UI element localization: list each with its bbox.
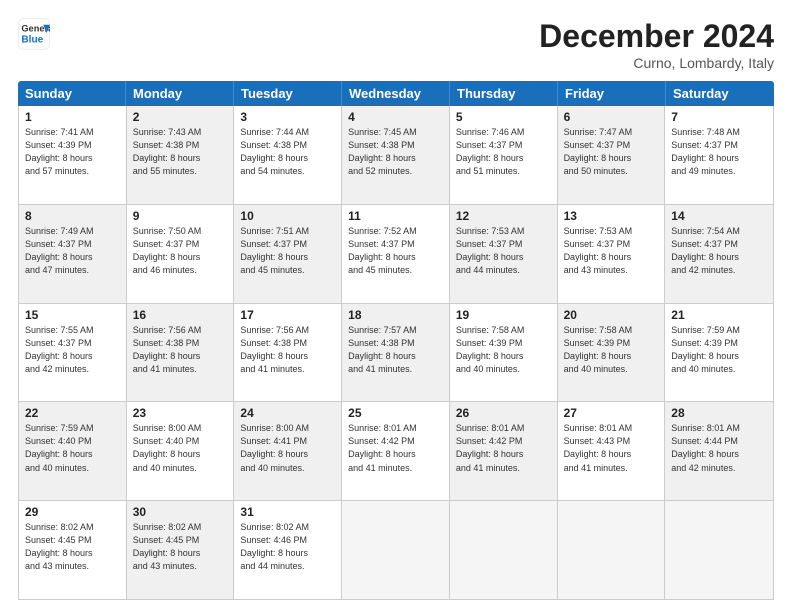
table-row	[665, 501, 773, 599]
table-row: 5Sunrise: 7:46 AMSunset: 4:37 PMDaylight…	[450, 106, 558, 204]
table-row: 3Sunrise: 7:44 AMSunset: 4:38 PMDaylight…	[234, 106, 342, 204]
table-row: 6Sunrise: 7:47 AMSunset: 4:37 PMDaylight…	[558, 106, 666, 204]
table-row: 19Sunrise: 7:58 AMSunset: 4:39 PMDayligh…	[450, 304, 558, 402]
header-sunday: Sunday	[18, 81, 126, 106]
header-thursday: Thursday	[450, 81, 558, 106]
calendar-week-4: 22Sunrise: 7:59 AMSunset: 4:40 PMDayligh…	[19, 402, 773, 501]
table-row: 11Sunrise: 7:52 AMSunset: 4:37 PMDayligh…	[342, 205, 450, 303]
table-row: 9Sunrise: 7:50 AMSunset: 4:37 PMDaylight…	[127, 205, 235, 303]
table-row	[558, 501, 666, 599]
table-row: 10Sunrise: 7:51 AMSunset: 4:37 PMDayligh…	[234, 205, 342, 303]
title-block: December 2024 Curno, Lombardy, Italy	[539, 18, 774, 71]
calendar: Sunday Monday Tuesday Wednesday Thursday…	[18, 81, 774, 600]
table-row: 20Sunrise: 7:58 AMSunset: 4:39 PMDayligh…	[558, 304, 666, 402]
header: General Blue December 2024 Curno, Lombar…	[18, 18, 774, 71]
table-row: 23Sunrise: 8:00 AMSunset: 4:40 PMDayligh…	[127, 402, 235, 500]
table-row: 25Sunrise: 8:01 AMSunset: 4:42 PMDayligh…	[342, 402, 450, 500]
table-row	[450, 501, 558, 599]
calendar-body: 1Sunrise: 7:41 AMSunset: 4:39 PMDaylight…	[18, 106, 774, 600]
svg-text:Blue: Blue	[21, 34, 43, 45]
month-title: December 2024	[539, 18, 774, 55]
table-row: 27Sunrise: 8:01 AMSunset: 4:43 PMDayligh…	[558, 402, 666, 500]
header-monday: Monday	[126, 81, 234, 106]
table-row: 14Sunrise: 7:54 AMSunset: 4:37 PMDayligh…	[665, 205, 773, 303]
table-row: 17Sunrise: 7:56 AMSunset: 4:38 PMDayligh…	[234, 304, 342, 402]
calendar-week-1: 1Sunrise: 7:41 AMSunset: 4:39 PMDaylight…	[19, 106, 773, 205]
table-row: 4Sunrise: 7:45 AMSunset: 4:38 PMDaylight…	[342, 106, 450, 204]
logo: General Blue	[18, 18, 50, 50]
table-row: 21Sunrise: 7:59 AMSunset: 4:39 PMDayligh…	[665, 304, 773, 402]
logo-icon: General Blue	[18, 18, 50, 50]
table-row: 7Sunrise: 7:48 AMSunset: 4:37 PMDaylight…	[665, 106, 773, 204]
header-wednesday: Wednesday	[342, 81, 450, 106]
header-friday: Friday	[558, 81, 666, 106]
calendar-header: Sunday Monday Tuesday Wednesday Thursday…	[18, 81, 774, 106]
table-row	[342, 501, 450, 599]
table-row: 28Sunrise: 8:01 AMSunset: 4:44 PMDayligh…	[665, 402, 773, 500]
location: Curno, Lombardy, Italy	[539, 55, 774, 71]
table-row: 2Sunrise: 7:43 AMSunset: 4:38 PMDaylight…	[127, 106, 235, 204]
calendar-week-2: 8Sunrise: 7:49 AMSunset: 4:37 PMDaylight…	[19, 205, 773, 304]
header-tuesday: Tuesday	[234, 81, 342, 106]
table-row: 30Sunrise: 8:02 AMSunset: 4:45 PMDayligh…	[127, 501, 235, 599]
table-row: 24Sunrise: 8:00 AMSunset: 4:41 PMDayligh…	[234, 402, 342, 500]
table-row: 29Sunrise: 8:02 AMSunset: 4:45 PMDayligh…	[19, 501, 127, 599]
table-row: 15Sunrise: 7:55 AMSunset: 4:37 PMDayligh…	[19, 304, 127, 402]
header-saturday: Saturday	[666, 81, 774, 106]
table-row: 22Sunrise: 7:59 AMSunset: 4:40 PMDayligh…	[19, 402, 127, 500]
table-row: 1Sunrise: 7:41 AMSunset: 4:39 PMDaylight…	[19, 106, 127, 204]
table-row: 26Sunrise: 8:01 AMSunset: 4:42 PMDayligh…	[450, 402, 558, 500]
calendar-week-3: 15Sunrise: 7:55 AMSunset: 4:37 PMDayligh…	[19, 304, 773, 403]
table-row: 12Sunrise: 7:53 AMSunset: 4:37 PMDayligh…	[450, 205, 558, 303]
table-row: 13Sunrise: 7:53 AMSunset: 4:37 PMDayligh…	[558, 205, 666, 303]
table-row: 16Sunrise: 7:56 AMSunset: 4:38 PMDayligh…	[127, 304, 235, 402]
page: General Blue December 2024 Curno, Lombar…	[0, 0, 792, 612]
table-row: 8Sunrise: 7:49 AMSunset: 4:37 PMDaylight…	[19, 205, 127, 303]
table-row: 18Sunrise: 7:57 AMSunset: 4:38 PMDayligh…	[342, 304, 450, 402]
calendar-week-5: 29Sunrise: 8:02 AMSunset: 4:45 PMDayligh…	[19, 501, 773, 599]
table-row: 31Sunrise: 8:02 AMSunset: 4:46 PMDayligh…	[234, 501, 342, 599]
